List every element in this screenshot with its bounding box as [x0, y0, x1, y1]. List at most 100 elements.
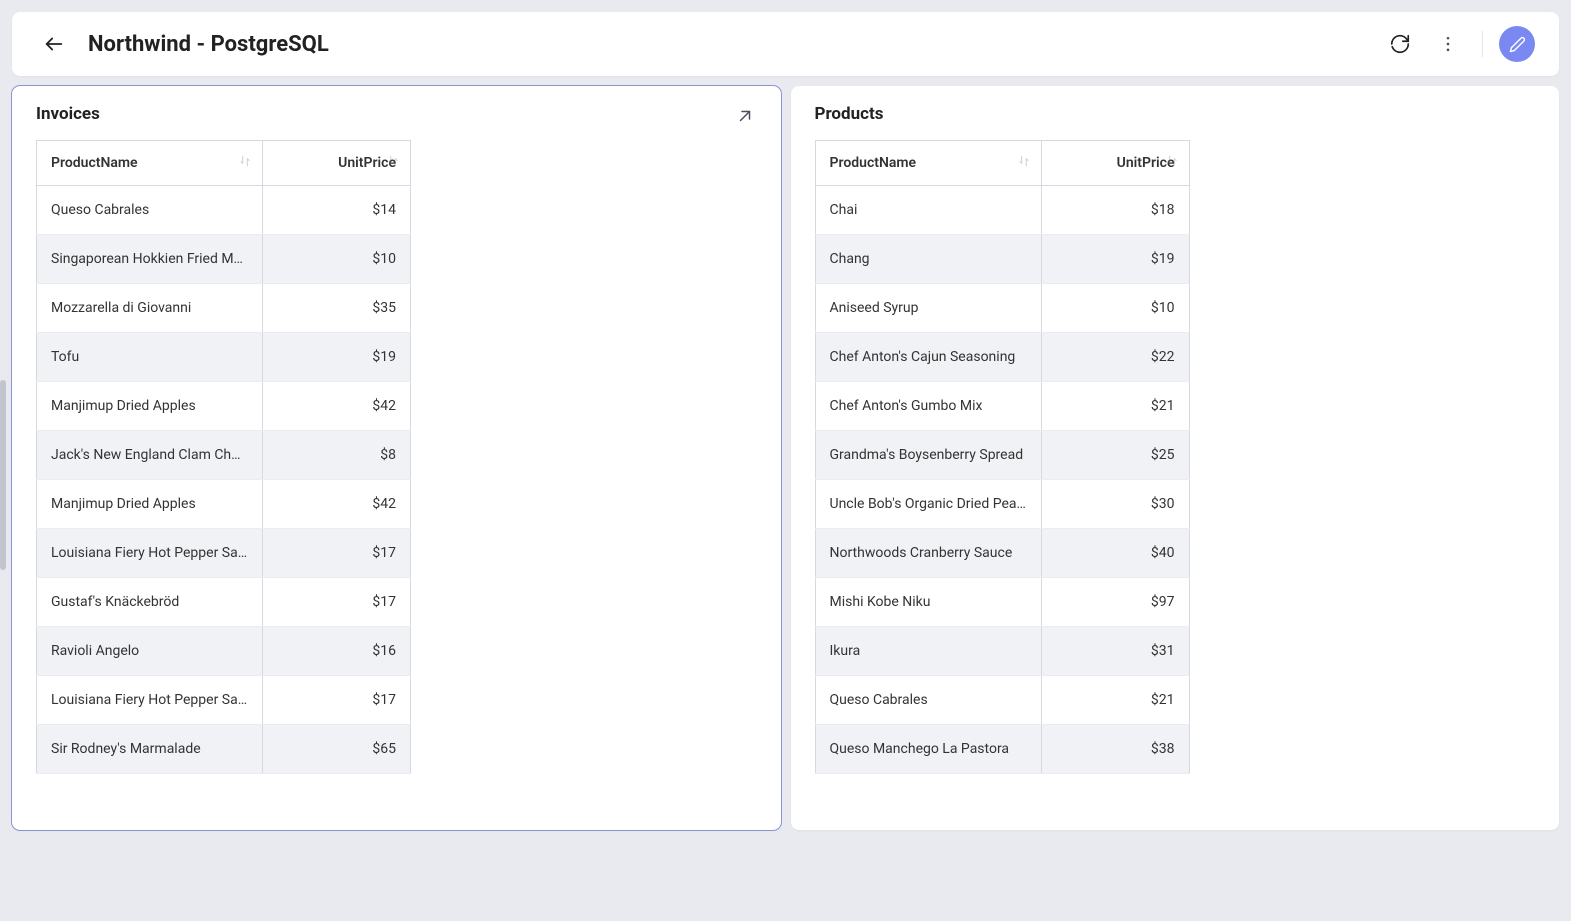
pencil-icon — [1509, 36, 1526, 53]
table-row[interactable]: Chai$18 — [815, 186, 1189, 235]
cell-unitprice: $16 — [263, 627, 411, 676]
header-bar: Northwind - PostgreSQL — [12, 12, 1559, 76]
back-button[interactable] — [36, 26, 72, 62]
cell-productname: Grandma's Boysenberry Spread — [815, 431, 1041, 480]
table-row[interactable]: Gustaf's Knäckebröd$17 — [37, 578, 411, 627]
table-row[interactable]: Chef Anton's Cajun Seasoning$22 — [815, 333, 1189, 382]
cell-productname: Manjimup Dried Apples — [37, 480, 263, 529]
cell-productname: Chai — [815, 186, 1041, 235]
column-header-unitprice[interactable]: UnitPrice — [1041, 141, 1189, 186]
refresh-icon — [1389, 33, 1411, 55]
cell-unitprice: $22 — [1041, 333, 1189, 382]
cell-productname: Louisiana Fiery Hot Pepper Sauce — [37, 676, 263, 725]
cell-productname: Manjimup Dried Apples — [37, 382, 263, 431]
edit-button[interactable] — [1499, 26, 1535, 62]
cell-unitprice: $42 — [263, 480, 411, 529]
cell-unitprice: $8 — [263, 431, 411, 480]
cell-productname: Northwoods Cranberry Sauce — [815, 529, 1041, 578]
table-row[interactable]: Ikura$31 — [815, 627, 1189, 676]
cell-productname: Ravioli Angelo — [37, 627, 263, 676]
table-row[interactable]: Queso Manchego La Pastora$38 — [815, 725, 1189, 774]
cell-unitprice: $97 — [1041, 578, 1189, 627]
table-row[interactable]: Queso Cabrales$21 — [815, 676, 1189, 725]
table-row[interactable]: Manjimup Dried Apples$42 — [37, 382, 411, 431]
cell-productname: Queso Cabrales — [815, 676, 1041, 725]
table-row[interactable]: Jack's New England Clam Chowder$8 — [37, 431, 411, 480]
cell-productname: Mozzarella di Giovanni — [37, 284, 263, 333]
arrow-up-right-icon — [736, 107, 754, 125]
sort-icon — [1165, 154, 1179, 172]
cell-productname: Uncle Bob's Organic Dried Pears — [815, 480, 1041, 529]
table-row[interactable]: Singaporean Hokkien Fried Mee$10 — [37, 235, 411, 284]
cell-unitprice: $10 — [263, 235, 411, 284]
table-row[interactable]: Chang$19 — [815, 235, 1189, 284]
invoices-table: ProductName UnitPrice Queso Cabrales$14S… — [36, 140, 411, 774]
panels-container: Invoices ProductName UnitPrice — [12, 86, 1559, 830]
cell-productname: Chang — [815, 235, 1041, 284]
cell-productname: Jack's New England Clam Chowder — [37, 431, 263, 480]
cell-unitprice: $19 — [263, 333, 411, 382]
table-row[interactable]: Queso Cabrales$14 — [37, 186, 411, 235]
products-panel-title: Products — [815, 104, 1536, 124]
table-row[interactable]: Mozzarella di Giovanni$35 — [37, 284, 411, 333]
more-menu-button[interactable] — [1430, 26, 1466, 62]
cell-productname: Chef Anton's Cajun Seasoning — [815, 333, 1041, 382]
expand-panel-button[interactable] — [733, 104, 757, 128]
cell-unitprice: $38 — [1041, 725, 1189, 774]
page-title: Northwind - PostgreSQL — [88, 32, 1382, 57]
column-header-productname[interactable]: ProductName — [815, 141, 1041, 186]
column-header-label: ProductName — [51, 155, 138, 171]
cell-unitprice: $17 — [263, 578, 411, 627]
cell-unitprice: $30 — [1041, 480, 1189, 529]
cell-productname: Ikura — [815, 627, 1041, 676]
cell-unitprice: $21 — [1041, 676, 1189, 725]
cell-unitprice: $18 — [1041, 186, 1189, 235]
page-scrollbar[interactable] — [0, 380, 6, 570]
header-divider — [1482, 31, 1483, 57]
cell-unitprice: $14 — [263, 186, 411, 235]
table-row[interactable]: Northwoods Cranberry Sauce$40 — [815, 529, 1189, 578]
column-header-label: ProductName — [830, 155, 917, 171]
sort-icon — [386, 154, 400, 172]
table-row[interactable]: Manjimup Dried Apples$42 — [37, 480, 411, 529]
cell-productname: Queso Cabrales — [37, 186, 263, 235]
cell-productname: Chef Anton's Gumbo Mix — [815, 382, 1041, 431]
sort-icon — [238, 154, 252, 172]
cell-unitprice: $65 — [263, 725, 411, 774]
products-table: ProductName UnitPrice Chai$18Chang$19Ani… — [815, 140, 1190, 774]
cell-unitprice: $40 — [1041, 529, 1189, 578]
column-header-productname[interactable]: ProductName — [37, 141, 263, 186]
cell-unitprice: $10 — [1041, 284, 1189, 333]
cell-unitprice: $17 — [263, 676, 411, 725]
cell-productname: Sir Rodney's Marmalade — [37, 725, 263, 774]
table-row[interactable]: Louisiana Fiery Hot Pepper Sauce$17 — [37, 529, 411, 578]
cell-unitprice: $25 — [1041, 431, 1189, 480]
cell-productname: Singaporean Hokkien Fried Mee — [37, 235, 263, 284]
cell-unitprice: $21 — [1041, 382, 1189, 431]
table-header-row: ProductName UnitPrice — [815, 141, 1189, 186]
header-actions — [1382, 26, 1535, 62]
refresh-button[interactable] — [1382, 26, 1418, 62]
cell-productname: Louisiana Fiery Hot Pepper Sauce — [37, 529, 263, 578]
table-row[interactable]: Chef Anton's Gumbo Mix$21 — [815, 382, 1189, 431]
table-row[interactable]: Sir Rodney's Marmalade$65 — [37, 725, 411, 774]
more-vertical-icon — [1438, 34, 1458, 54]
cell-productname: Queso Manchego La Pastora — [815, 725, 1041, 774]
cell-unitprice: $42 — [263, 382, 411, 431]
table-row[interactable]: Louisiana Fiery Hot Pepper Sauce$17 — [37, 676, 411, 725]
table-row[interactable]: Grandma's Boysenberry Spread$25 — [815, 431, 1189, 480]
table-row[interactable]: Uncle Bob's Organic Dried Pears$30 — [815, 480, 1189, 529]
table-row[interactable]: Mishi Kobe Niku$97 — [815, 578, 1189, 627]
invoices-panel-title: Invoices — [36, 104, 757, 124]
column-header-unitprice[interactable]: UnitPrice — [263, 141, 411, 186]
cell-unitprice: $35 — [263, 284, 411, 333]
table-row[interactable]: Ravioli Angelo$16 — [37, 627, 411, 676]
arrow-left-icon — [43, 33, 65, 55]
cell-productname: Mishi Kobe Niku — [815, 578, 1041, 627]
products-panel[interactable]: Products ProductName UnitPrice — [791, 86, 1560, 830]
invoices-panel[interactable]: Invoices ProductName UnitPrice — [12, 86, 781, 830]
cell-unitprice: $17 — [263, 529, 411, 578]
table-row[interactable]: Aniseed Syrup$10 — [815, 284, 1189, 333]
table-row[interactable]: Tofu$19 — [37, 333, 411, 382]
cell-productname: Gustaf's Knäckebröd — [37, 578, 263, 627]
